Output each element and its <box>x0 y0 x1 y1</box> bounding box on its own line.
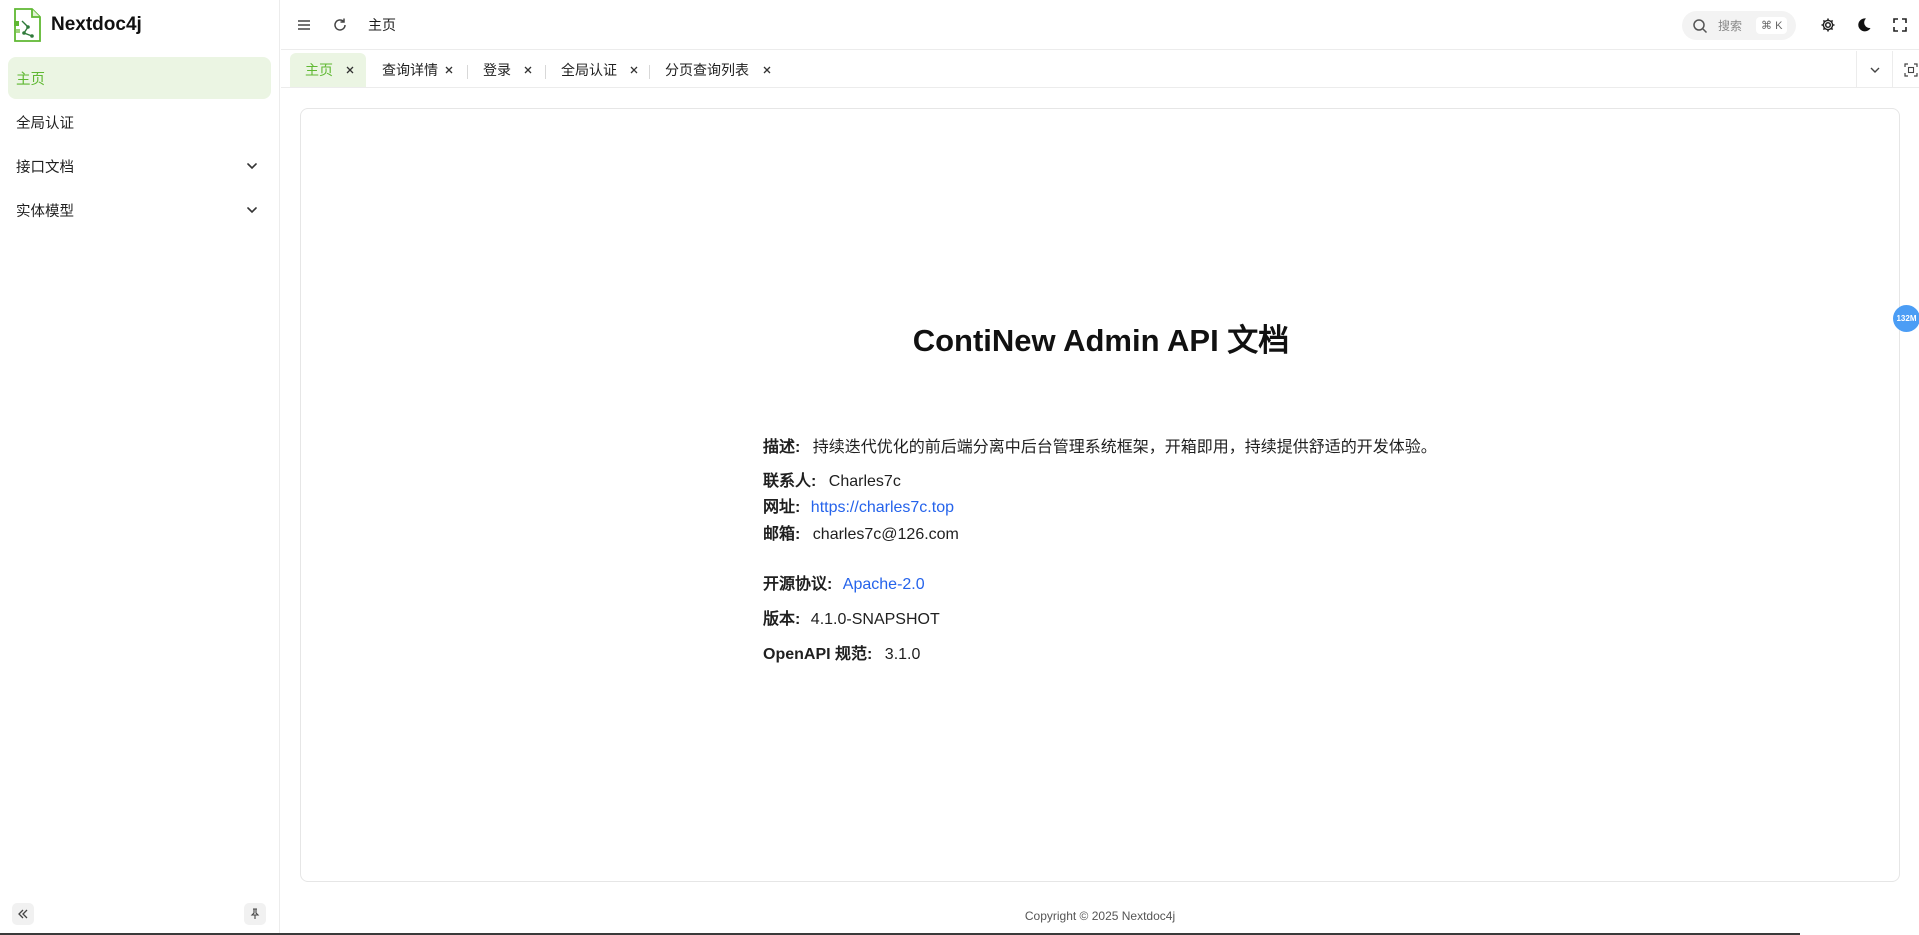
contact-row: 联系人: Charles7c <box>763 467 901 491</box>
close-icon[interactable] <box>443 64 455 76</box>
menu-toggle-button[interactable] <box>294 15 314 35</box>
collapse-sidebar-button[interactable] <box>12 903 34 925</box>
sidebar-item-home[interactable]: 主页 <box>8 57 271 99</box>
tab-label: 主页 <box>305 62 333 78</box>
tab-bar: 主页 查询详情 登录 全局认证 分页查询列表 <box>281 51 1919 88</box>
openapi-label: OpenAPI 规范: <box>763 646 873 663</box>
search-icon <box>1693 18 1708 33</box>
pin-icon <box>250 908 260 919</box>
content-maximize-button[interactable] <box>1892 51 1919 88</box>
license-row: 开源协议: Apache-2.0 <box>763 570 925 594</box>
brand-name: Nextdoc4j <box>51 14 142 35</box>
url-row: 网址: https://charles7c.top <box>763 493 954 517</box>
sidebar-item-api-docs[interactable]: 接口文档 <box>8 145 271 187</box>
sidebar-item-label: 接口文档 <box>16 159 74 176</box>
tab-label: 查询详情 <box>382 62 438 78</box>
maximize-icon <box>1903 62 1918 77</box>
sidebar: Nextdoc4j 主页 全局认证 接口文档 实体模型 <box>0 0 280 935</box>
sidebar-item-label: 实体模型 <box>16 203 74 220</box>
tab-paged-query-list[interactable]: 分页查询列表 <box>650 53 783 87</box>
version-value: 4.1.0-SNAPSHOT <box>810 611 940 628</box>
footer-copyright: Copyright © 2025 Nextdoc4j <box>1024 909 1176 923</box>
email-value: charles7c@126.com <box>812 526 959 543</box>
tab-label: 分页查询列表 <box>665 62 749 78</box>
close-icon[interactable] <box>628 64 640 76</box>
moon-icon <box>1858 18 1871 32</box>
theme-toggle-button[interactable] <box>1854 15 1874 35</box>
gear-icon <box>1821 18 1835 32</box>
tab-global-auth[interactable]: 全局认证 <box>546 53 650 87</box>
license-link[interactable]: Apache-2.0 <box>843 576 925 593</box>
settings-button[interactable] <box>1818 15 1838 35</box>
breadcrumb: 主页 <box>368 17 396 33</box>
version-label: 版本: <box>763 611 801 628</box>
sidebar-item-label: 全局认证 <box>16 115 74 132</box>
tab-query-detail[interactable]: 查询详情 <box>367 53 465 87</box>
description-label: 描述: <box>763 439 801 456</box>
sidebar-item-global-auth[interactable]: 全局认证 <box>8 101 271 143</box>
page-title: ContiNew Admin API 文档 <box>912 323 1290 358</box>
chevron-down-icon <box>1870 67 1879 73</box>
search-button[interactable]: 搜索 ⌘ K <box>1682 11 1796 40</box>
sidebar-item-entity-models[interactable]: 实体模型 <box>8 189 271 231</box>
pin-sidebar-button[interactable] <box>244 903 266 925</box>
description-value: 持续迭代优化的前后端分离中后台管理系统框架，开箱即用，持续提供舒适的开发体验。 <box>812 439 1437 456</box>
chevron-down-icon <box>247 163 257 170</box>
api-doc-card: ContiNew Admin API 文档 描述: 持续迭代优化的前后端分离中后… <box>300 108 1900 882</box>
contact-label: 联系人: <box>763 473 817 490</box>
double-chevron-left-icon <box>18 909 28 919</box>
close-icon[interactable] <box>761 64 773 76</box>
close-icon[interactable] <box>522 64 534 76</box>
search-placeholder: 搜索 <box>1718 19 1743 33</box>
email-row: 邮箱: charles7c@126.com <box>763 520 959 544</box>
memory-badge[interactable]: 132M <box>1893 305 1919 332</box>
description-row: 描述: 持续迭代优化的前后端分离中后台管理系统框架，开箱即用，持续提供舒适的开发… <box>763 433 1437 457</box>
top-header: 主页 搜索 ⌘ K <box>281 0 1919 50</box>
menu-icon <box>298 20 310 30</box>
tabs-dropdown-button[interactable] <box>1856 51 1892 88</box>
close-icon[interactable] <box>344 64 356 76</box>
tab-login[interactable]: 登录 <box>468 53 544 87</box>
fullscreen-button[interactable] <box>1890 15 1910 35</box>
chevron-down-icon <box>247 207 257 214</box>
refresh-button[interactable] <box>330 15 350 35</box>
contact-value: Charles7c <box>828 473 901 490</box>
email-label: 邮箱: <box>763 526 801 543</box>
website-link[interactable]: https://charles7c.top <box>811 499 954 516</box>
tab-label: 登录 <box>483 62 511 78</box>
refresh-icon <box>334 18 346 31</box>
search-shortcut: ⌘ K <box>1756 17 1788 34</box>
tab-label: 全局认证 <box>561 62 617 78</box>
sidebar-item-label: 主页 <box>16 71 45 88</box>
url-label: 网址: <box>763 499 801 516</box>
brand[interactable]: Nextdoc4j <box>12 7 142 43</box>
fullscreen-icon <box>1893 18 1907 32</box>
openapi-row: OpenAPI 规范: 3.1.0 <box>763 640 920 664</box>
version-row: 版本: 4.1.0-SNAPSHOT <box>763 605 940 629</box>
logo-icon <box>14 8 41 42</box>
sidebar-nav: 主页 全局认证 接口文档 实体模型 <box>8 57 271 233</box>
tab-home[interactable]: 主页 <box>290 53 366 87</box>
license-label: 开源协议: <box>763 576 833 593</box>
openapi-value: 3.1.0 <box>884 646 921 663</box>
